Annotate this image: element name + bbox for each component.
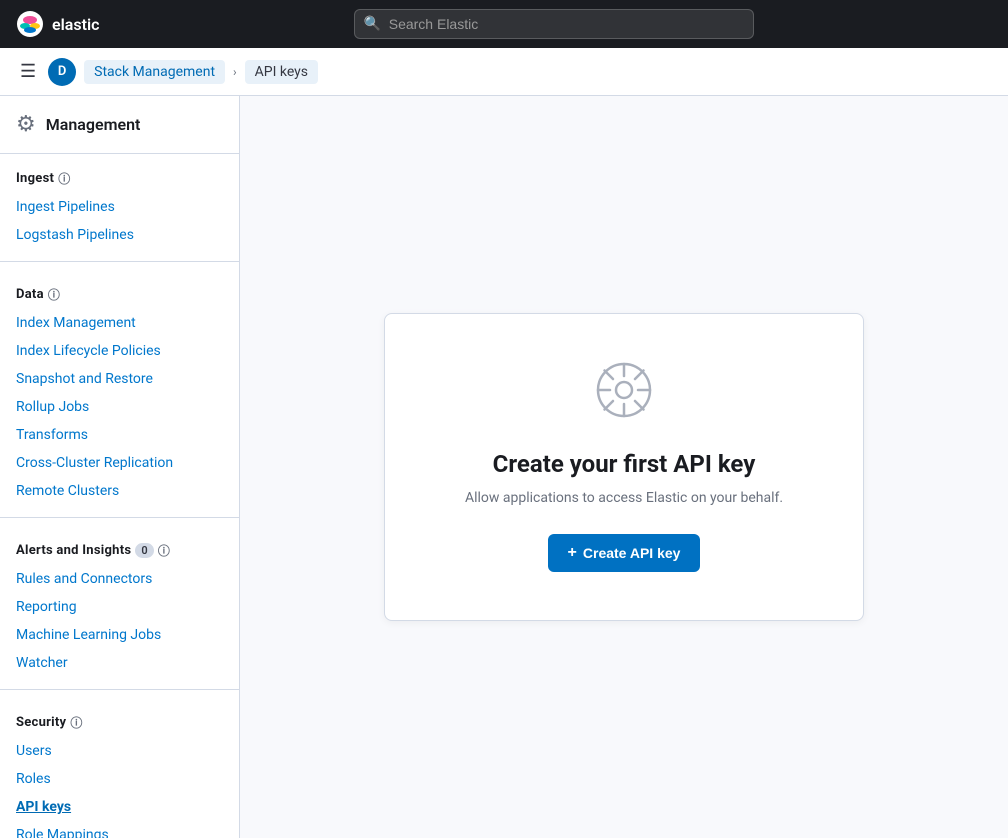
app-layout: ⚙ Management Ingest ⓘ Ingest Pipelines L… [0, 96, 1008, 838]
top-nav: elastic 🔍 [0, 0, 1008, 48]
sidebar-section-header-data: Data ⓘ [0, 282, 239, 309]
sidebar-title: Management [46, 115, 141, 134]
sidebar-section-alerts: Alerts and Insights 0 ⓘ Rules and Connec… [0, 526, 239, 681]
sidebar-item-snapshot-and-restore[interactable]: Snapshot and Restore [0, 365, 239, 393]
sidebar-section-data: Data ⓘ Index Management Index Lifecycle … [0, 270, 239, 509]
empty-state-title: Create your first API key [425, 450, 823, 478]
ingest-info-icon[interactable]: ⓘ [58, 170, 70, 187]
sidebar-item-role-mappings[interactable]: Role Mappings [0, 821, 239, 838]
sidebar-item-rules-and-connectors[interactable]: Rules and Connectors [0, 565, 239, 593]
sidebar-section-security: Security ⓘ Users Roles API keys Role Map… [0, 698, 239, 838]
search-bar[interactable]: 🔍 [354, 9, 754, 39]
sidebar-item-rollup-jobs[interactable]: Rollup Jobs [0, 393, 239, 421]
sidebar-item-api-keys[interactable]: API keys [0, 793, 239, 821]
data-info-icon[interactable]: ⓘ [48, 286, 60, 303]
alerts-badge: 0 [135, 543, 154, 558]
breadcrumb-parent[interactable]: Stack Management [84, 60, 225, 84]
breadcrumb-separator: › [233, 65, 237, 79]
sidebar-item-users[interactable]: Users [0, 737, 239, 765]
sidebar-item-roles[interactable]: Roles [0, 765, 239, 793]
sidebar-item-remote-clusters[interactable]: Remote Clusters [0, 477, 239, 505]
empty-state-card: Create your first API key Allow applicat… [384, 313, 864, 621]
empty-state-description: Allow applications to access Elastic on … [425, 490, 823, 506]
sidebar-item-cross-cluster-replication[interactable]: Cross-Cluster Replication [0, 449, 239, 477]
alerts-info-icon[interactable]: ⓘ [158, 542, 170, 559]
main-content: Create your first API key Allow applicat… [240, 96, 1008, 838]
sidebar-item-index-management[interactable]: Index Management [0, 309, 239, 337]
elastic-logo-text: elastic [52, 15, 99, 34]
create-api-key-button[interactable]: + Create API key [548, 534, 701, 572]
elastic-logo-icon [16, 10, 44, 38]
plus-icon: + [568, 544, 577, 562]
empty-state-icon [425, 362, 823, 430]
elastic-logo[interactable]: elastic [16, 10, 99, 38]
create-api-key-label: Create API key [583, 545, 681, 561]
breadcrumb-bar: ☰ D Stack Management › API keys [0, 48, 1008, 96]
sidebar: ⚙ Management Ingest ⓘ Ingest Pipelines L… [0, 96, 240, 838]
sidebar-item-transforms[interactable]: Transforms [0, 421, 239, 449]
sidebar-item-watcher[interactable]: Watcher [0, 649, 239, 677]
sidebar-item-logstash-pipelines[interactable]: Logstash Pipelines [0, 221, 239, 249]
management-gear-icon: ⚙ [16, 112, 36, 137]
sidebar-item-machine-learning-jobs[interactable]: Machine Learning Jobs [0, 621, 239, 649]
search-icon: 🔍 [364, 16, 381, 32]
sidebar-section-ingest: Ingest ⓘ Ingest Pipelines Logstash Pipel… [0, 154, 239, 253]
breadcrumb-current: API keys [245, 60, 318, 84]
divider-3 [0, 689, 239, 690]
sidebar-section-header-security: Security ⓘ [0, 710, 239, 737]
sidebar-section-header-alerts: Alerts and Insights 0 ⓘ [0, 538, 239, 565]
hamburger-button[interactable]: ☰ [16, 57, 40, 86]
security-info-icon[interactable]: ⓘ [70, 714, 82, 731]
sidebar-item-index-lifecycle-policies[interactable]: Index Lifecycle Policies [0, 337, 239, 365]
sidebar-section-header-ingest: Ingest ⓘ [0, 166, 239, 193]
sidebar-item-reporting[interactable]: Reporting [0, 593, 239, 621]
divider-2 [0, 517, 239, 518]
avatar[interactable]: D [48, 58, 76, 86]
search-input[interactable] [354, 9, 754, 39]
sidebar-item-ingest-pipelines[interactable]: Ingest Pipelines [0, 193, 239, 221]
sidebar-header: ⚙ Management [0, 96, 239, 154]
divider-1 [0, 261, 239, 262]
